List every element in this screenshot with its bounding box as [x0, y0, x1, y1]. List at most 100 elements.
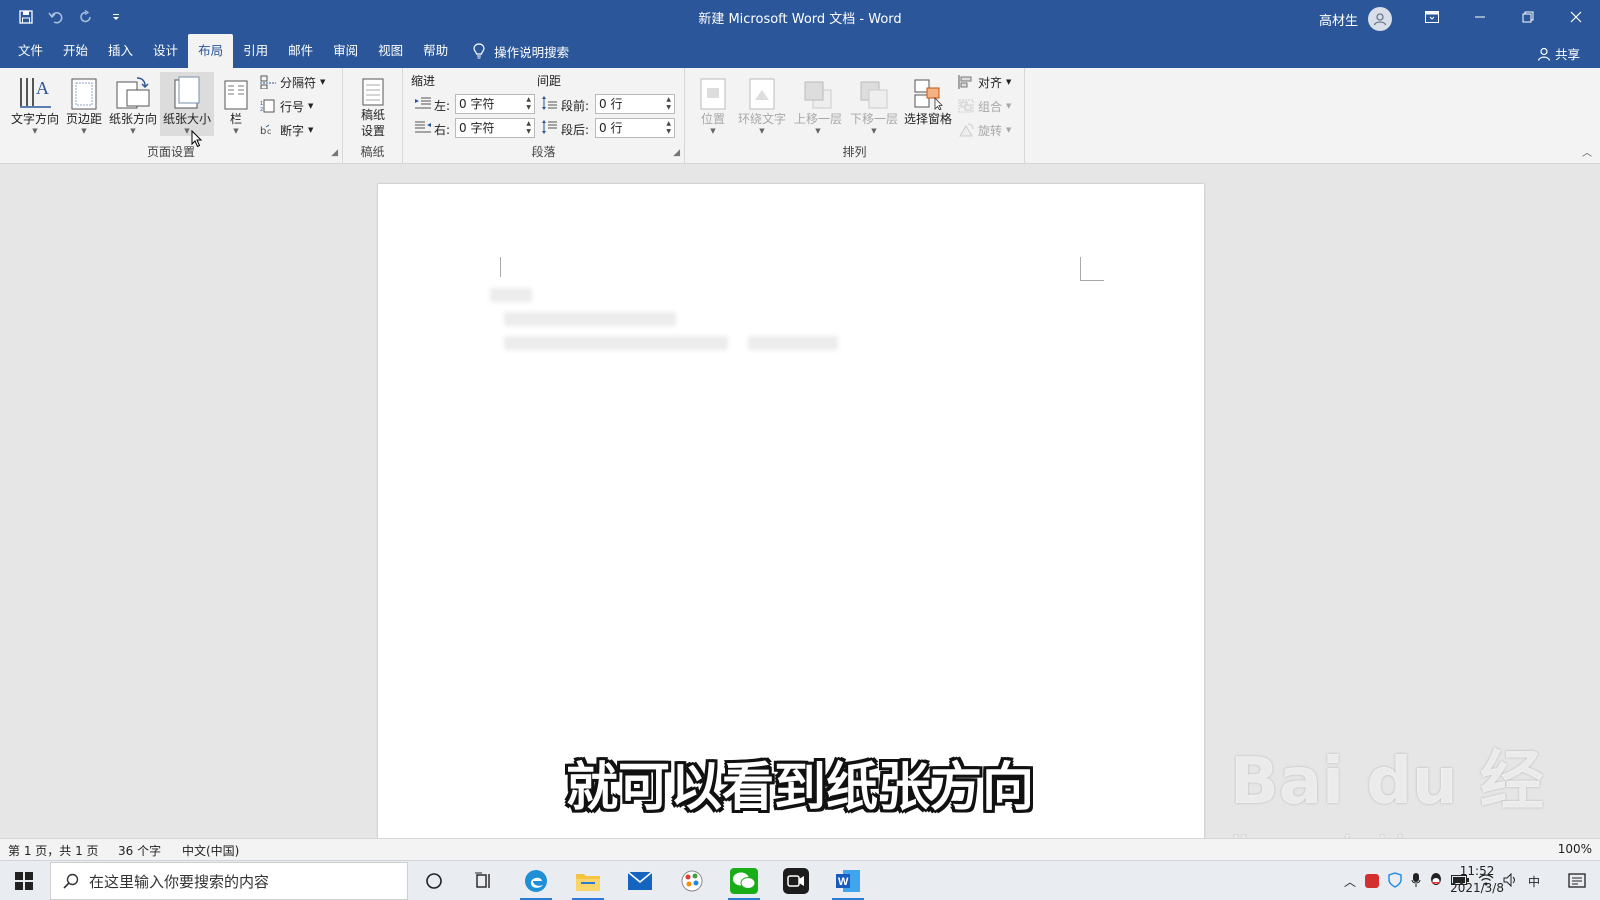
margin-marker-top-left	[500, 257, 501, 277]
manuscript-group-label: 稿纸	[360, 145, 385, 159]
shield-icon[interactable]	[1388, 871, 1402, 891]
align-icon	[958, 75, 972, 89]
line-numbers-button[interactable]: 12 行号 ▼	[260, 96, 313, 116]
collapse-ribbon-icon[interactable]: ︿	[1582, 144, 1592, 159]
volume-icon[interactable]	[1503, 872, 1519, 890]
indent-right-input[interactable]: 0 字符 ▲ ▼	[455, 118, 535, 138]
align-button[interactable]: 对齐 ▼	[958, 72, 1011, 92]
tab-references[interactable]: 引用	[233, 34, 278, 68]
send-backward-button[interactable]: 下移一层 ▼	[847, 72, 901, 136]
arrange-group-label: 排列	[842, 145, 867, 159]
share-button[interactable]: 共享	[1537, 44, 1580, 63]
line-numbers-label: 行号	[280, 99, 305, 114]
qq-icon[interactable]	[1430, 872, 1442, 891]
close-icon[interactable]	[1552, 0, 1600, 34]
bring-forward-icon	[804, 81, 832, 109]
task-view-icon[interactable]	[464, 865, 504, 897]
send-backward-icon	[860, 81, 888, 109]
person-icon	[1537, 47, 1551, 61]
restore-icon[interactable]	[1504, 0, 1552, 34]
tab-file[interactable]: 文件	[8, 34, 53, 68]
margins-button[interactable]: 页边距 ▼	[63, 72, 105, 136]
svg-text:A: A	[36, 78, 49, 98]
selection-pane-button[interactable]: 选择窗格	[901, 72, 955, 136]
send-backward-label: 下移一层	[849, 112, 898, 126]
size-button[interactable]: 纸张大小 ▼	[160, 72, 214, 136]
page-count[interactable]: 第 1 页，共 1 页	[8, 842, 99, 859]
tell-me-search[interactable]: 操作说明搜索	[458, 34, 569, 68]
spinner-arrows-icon[interactable]: ▲ ▼	[666, 96, 671, 112]
group-objects-button[interactable]: 组合 ▼	[958, 96, 1011, 116]
tab-help[interactable]: 帮助	[413, 34, 458, 68]
tab-design[interactable]: 设计	[143, 34, 188, 68]
columns-button[interactable]: 栏 ▼	[218, 72, 254, 136]
spacing-after-input[interactable]: 0 行 ▲ ▼	[595, 118, 675, 138]
tab-insert[interactable]: 插入	[98, 34, 143, 68]
tab-layout[interactable]: 布局	[188, 34, 234, 68]
blurred-text-line	[504, 336, 728, 350]
microphone-icon[interactable]	[1411, 872, 1421, 891]
text-direction-icon: A	[20, 78, 51, 108]
chevron-down-icon: ▼	[32, 127, 38, 135]
spinner-arrows-icon[interactable]: ▲ ▼	[526, 96, 531, 112]
position-button[interactable]: 位置 ▼	[691, 72, 735, 136]
start-button[interactable]	[0, 861, 48, 900]
selection-pane-label: 选择窗格	[903, 112, 952, 126]
status-bar: 第 1 页，共 1 页 36 个字 中文(中国) 100%	[0, 838, 1600, 860]
tab-mailings[interactable]: 邮件	[278, 34, 323, 68]
input-method-indicator[interactable]: 中	[1528, 873, 1540, 890]
taskbar-search[interactable]: 在这里输入你要搜索的内容	[50, 862, 408, 900]
file-explorer-icon[interactable]	[568, 865, 608, 900]
wrap-text-label: 环绕文字	[737, 112, 786, 126]
text-direction-button[interactable]: A 文字方向 ▼	[9, 72, 61, 136]
bring-forward-button[interactable]: 上移一层 ▼	[791, 72, 845, 136]
search-icon	[63, 873, 79, 889]
spacing-before-input[interactable]: 0 行 ▲ ▼	[595, 94, 675, 114]
rotate-button[interactable]: 旋转 ▼	[958, 120, 1011, 140]
spinner-arrows-icon[interactable]: ▲ ▼	[666, 120, 671, 136]
taskbar-clock[interactable]: 11:52 2021/3/8	[1450, 863, 1504, 897]
tab-review[interactable]: 审阅	[323, 34, 368, 68]
bring-forward-label: 上移一层	[793, 112, 842, 126]
tab-view[interactable]: 视图	[368, 34, 413, 68]
chevron-up-icon[interactable]: ︿	[1344, 873, 1356, 890]
chevron-down-icon: ▼	[130, 127, 136, 135]
notifications-icon[interactable]	[1568, 872, 1586, 893]
video-recorder-icon[interactable]	[776, 865, 816, 897]
edge-browser-icon[interactable]	[516, 865, 556, 900]
taskbar-search-placeholder: 在这里输入你要搜索的内容	[89, 872, 270, 891]
title-bar: 新建 Microsoft Word 文档 - Word 高材生	[0, 0, 1600, 34]
hyphenation-button[interactable]: bc 断字 ▼	[260, 120, 313, 140]
language-indicator[interactable]: 中文(中国)	[182, 842, 239, 859]
spacing-before-label: 段前:	[561, 99, 590, 113]
word-app-icon[interactable]: W	[828, 865, 868, 900]
ribbon: A 文字方向 ▼ 页边距 ▼ 纸张方向 ▼ 纸张大小 ▼ 栏 ▼ 分隔符 ▼ 1…	[0, 68, 1600, 164]
user-account[interactable]: 高材生	[1319, 7, 1392, 31]
tab-home[interactable]: 开始	[53, 34, 98, 68]
breaks-button[interactable]: 分隔符 ▼	[260, 72, 325, 92]
dialog-launcher-icon[interactable]: ◢	[331, 148, 338, 158]
paint-app-icon[interactable]	[672, 865, 712, 897]
wrap-text-button[interactable]: 环绕文字 ▼	[735, 72, 789, 136]
chevron-down-icon: ▼	[184, 127, 190, 135]
avatar[interactable]	[1368, 7, 1392, 31]
spacing-heading: 间距	[537, 74, 562, 88]
manuscript-button-line2: 设置	[360, 124, 385, 138]
cortana-icon[interactable]	[414, 865, 454, 897]
mail-icon[interactable]	[620, 865, 660, 897]
chevron-down-icon: ▼	[710, 127, 716, 135]
red-app-tray-icon[interactable]	[1364, 874, 1379, 888]
wechat-icon[interactable]	[724, 865, 764, 900]
dialog-launcher-icon[interactable]: ◢	[673, 148, 680, 158]
minimize-icon[interactable]	[1456, 0, 1504, 34]
manuscript-settings-button[interactable]: 稿纸 设置	[348, 72, 398, 142]
ribbon-display-options-icon[interactable]	[1408, 0, 1456, 34]
orientation-button[interactable]: 纸张方向 ▼	[107, 72, 159, 136]
margins-label: 页边距	[65, 112, 102, 126]
word-count[interactable]: 36 个字	[118, 842, 161, 859]
spinner-arrows-icon[interactable]: ▲ ▼	[526, 120, 531, 136]
indent-left-input[interactable]: 0 字符 ▲ ▼	[455, 94, 535, 114]
zoom-level[interactable]: 100%	[1558, 842, 1592, 856]
wrap-text-icon	[749, 78, 775, 110]
group-icon	[958, 99, 974, 113]
